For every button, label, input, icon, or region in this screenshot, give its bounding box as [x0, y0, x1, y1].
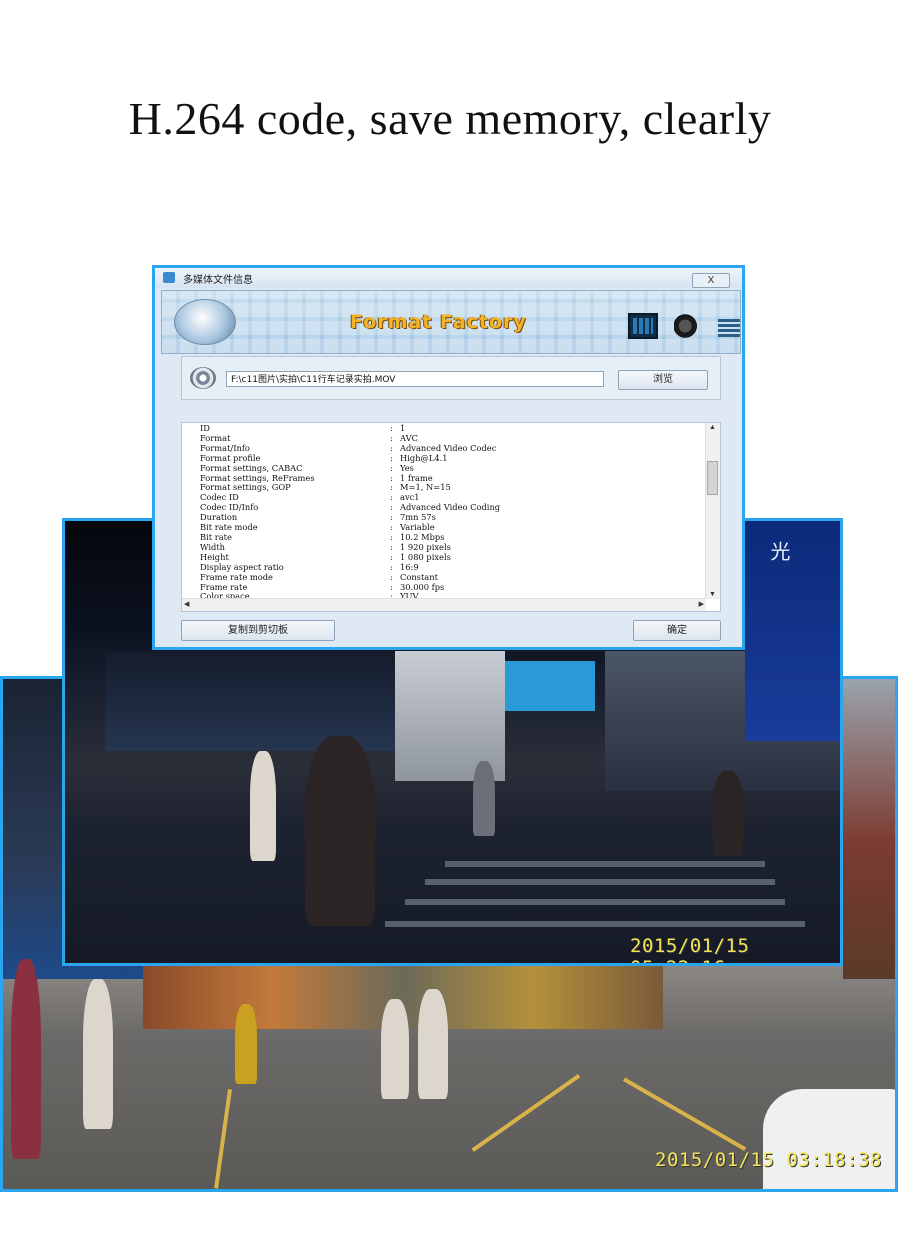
info-row: Bit rate:10.2 Mbps [200, 531, 500, 543]
scroll-left-arrow-icon[interactable]: ◀ [184, 600, 189, 608]
billboard [505, 661, 595, 711]
pedestrian [305, 736, 375, 926]
format-factory-logo-icon [174, 299, 236, 345]
crosswalk-stripe [425, 879, 775, 885]
info-row: ID:1 [200, 423, 500, 434]
lane-line [623, 1077, 747, 1151]
vertical-scrollbar[interactable]: ▲ ▼ [705, 423, 720, 599]
crosswalk-stripe [405, 899, 785, 905]
scrollbar-thumb[interactable] [707, 461, 718, 495]
day-timestamp: 2015/01/15 03:18:38 [655, 1149, 882, 1171]
audio-speaker-icon [674, 313, 702, 339]
info-key: Frame rate mode [200, 571, 273, 582]
pedestrian [83, 979, 113, 1129]
info-row: Frame rate mode: Constant [200, 571, 500, 583]
info-separator: : [390, 571, 393, 582]
ok-button[interactable]: 确定 [633, 620, 721, 641]
banner-title: Format Factory [350, 311, 527, 333]
info-row: Codec ID/Info: Advanced Video Coding [200, 502, 500, 513]
format-factory-banner: Format Factory [161, 290, 741, 354]
file-path-row: F:\c11图片\实拍\C11行车记录实拍.MOV 浏览 [181, 356, 721, 400]
info-row: Format settings, GOP: M=1, N=15 [200, 483, 500, 493]
headline: H.264 code, save memory, clearly [128, 93, 772, 144]
media-info-list[interactable]: ID:1 Format: AVC Format/Info: Advanced Video… [181, 422, 721, 612]
media-info-dialog: 多媒体文件信息 X Format Factory F:\c11图片\实拍\C11… [152, 265, 745, 650]
crosswalk-stripe [385, 921, 805, 927]
picture-icon [718, 319, 740, 337]
browse-button[interactable]: 浏览 [618, 370, 708, 390]
media-info-table: ID:1 Format: AVC Format/Info: Advanced Video… [200, 423, 500, 602]
close-button[interactable]: X [692, 273, 730, 288]
info-value: High@L4.1 [400, 452, 448, 463]
video-film-icon [628, 313, 658, 339]
horizontal-scrollbar[interactable]: ◀ ▶ [182, 598, 706, 611]
scroll-up-arrow-icon[interactable]: ▲ [709, 424, 716, 431]
scroll-down-arrow-icon[interactable]: ▼ [709, 591, 716, 598]
pedestrian [418, 989, 448, 1099]
lane-line [214, 1089, 232, 1189]
info-row: Bit rate mode: Variable [200, 522, 500, 533]
neon-sign: 光 [767, 541, 791, 561]
app-icon [163, 272, 175, 283]
crosswalk-stripe [445, 861, 765, 867]
white-car [763, 1089, 895, 1189]
pedestrian [235, 1004, 257, 1084]
tower-right [745, 521, 840, 741]
info-value: Constant [400, 571, 438, 582]
building-left [105, 651, 405, 751]
pedestrian [250, 751, 276, 861]
lane-line [471, 1074, 581, 1152]
pedestrian [381, 999, 409, 1099]
pedestrian [473, 761, 495, 836]
building-right [843, 679, 895, 979]
info-row: Width:1 920 pixels [200, 542, 500, 553]
copy-to-clipboard-button[interactable]: 复制到剪切板 [181, 620, 335, 641]
film-reel-icon [190, 367, 216, 389]
file-path-field[interactable]: F:\c11图片\实拍\C11行车记录实拍.MOV [226, 371, 604, 387]
pedestrian [11, 959, 41, 1159]
title-bar: 多媒体文件信息 X [155, 268, 742, 288]
cyclist [713, 771, 743, 856]
dialog-title: 多媒体文件信息 [183, 275, 253, 286]
scroll-right-arrow-icon[interactable]: ▶ [699, 600, 704, 608]
info-key: Bit rate [200, 531, 232, 542]
night-timestamp: 2015/01/15 05:22:16 [630, 935, 750, 963]
